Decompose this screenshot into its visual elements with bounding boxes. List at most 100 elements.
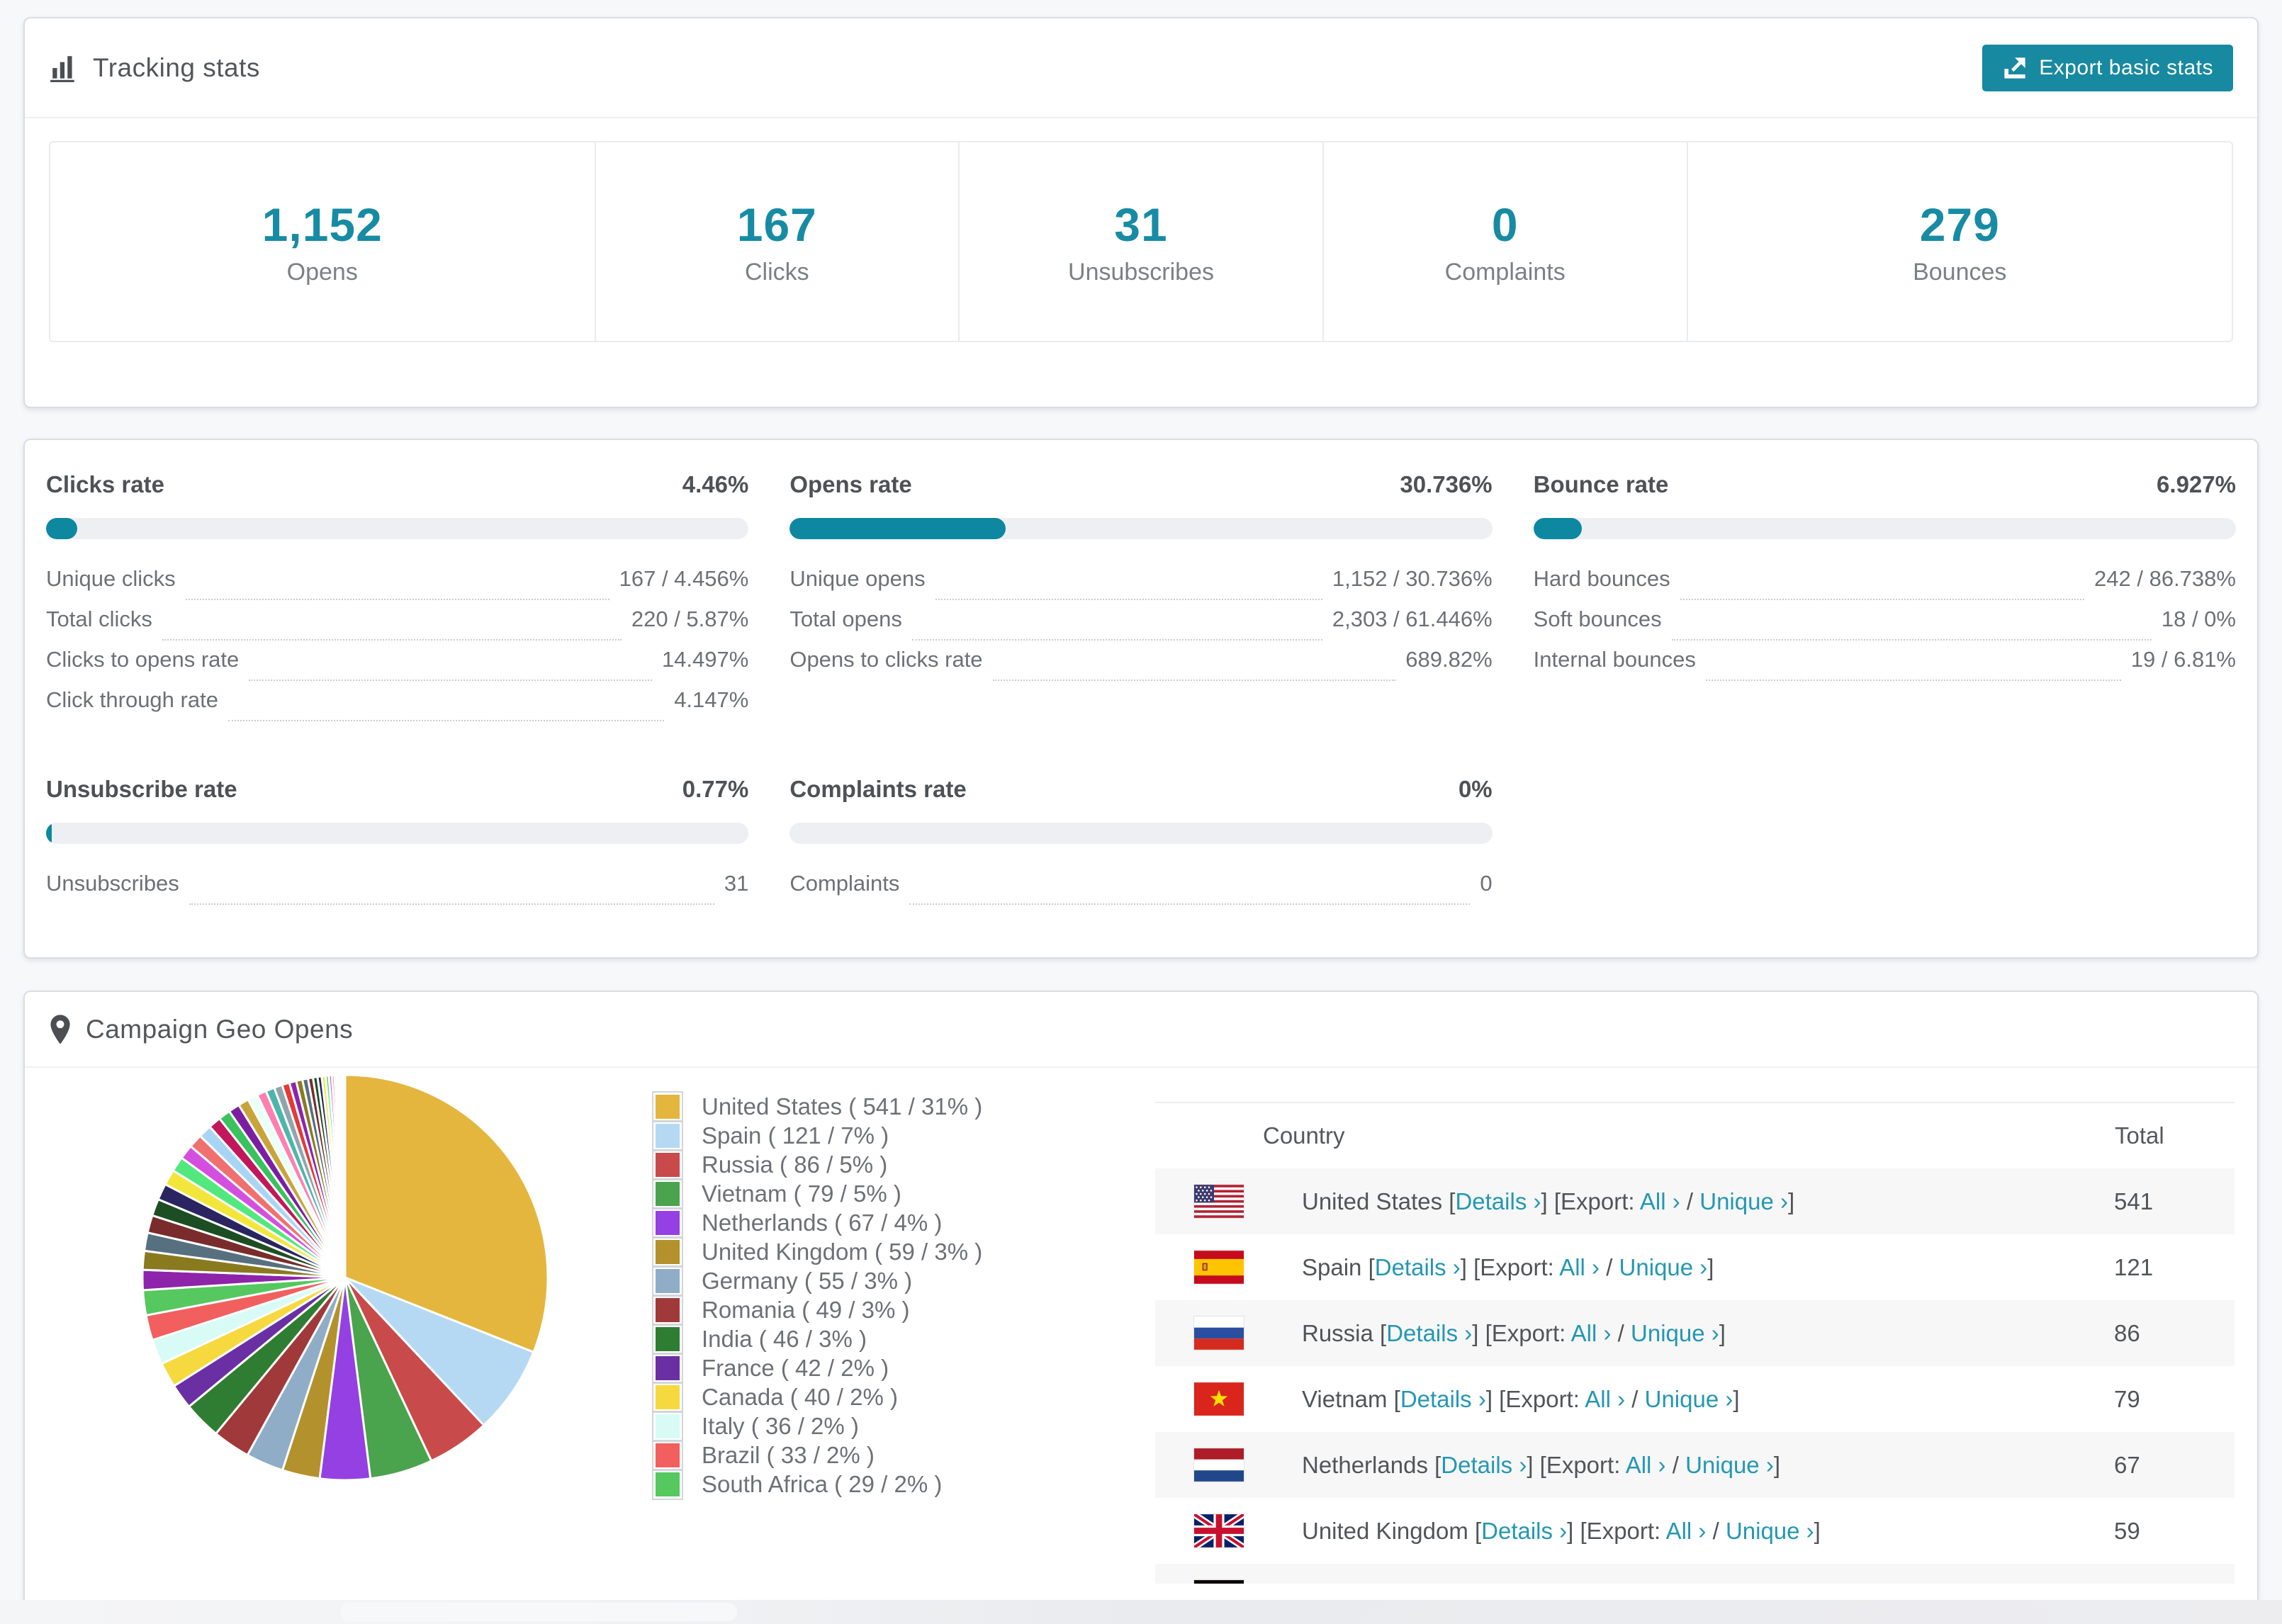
rate-detail-row: Opens to clicks rate 689.82% — [789, 647, 1493, 687]
flag-gb-icon — [1155, 1498, 1302, 1564]
geo-table-row-germany: Germany [Details ›] [Export: All › / Uni… — [1155, 1564, 2235, 1584]
geo-title: Campaign Geo Opens — [86, 1014, 354, 1044]
legend-swatch-icon — [652, 1294, 683, 1326]
legend-label: United Kingdom ( 59 / 3% ) — [702, 1238, 983, 1265]
rate-percentage: 4.46% — [682, 471, 749, 497]
legend-item-india: India ( 46 / 3% ) — [652, 1323, 982, 1355]
rate-detail-rows: Complaints 0 — [789, 871, 1493, 911]
legend-item-spain: Spain ( 121 / 7% ) — [652, 1120, 982, 1151]
geo-table-header-row: Country Total — [1155, 1103, 2235, 1168]
rate-percentage: 0.77% — [682, 776, 749, 802]
stat-box-bounces: 279 Bounces — [1686, 142, 2232, 341]
rate-detail-row: Click through rate 4.147% — [46, 687, 748, 728]
legend-swatch-icon — [652, 1149, 683, 1180]
export-basic-stats-button[interactable]: Export basic stats — [1982, 44, 2233, 91]
stat-label: Unsubscribes — [1068, 258, 1214, 286]
country-cell-netherlands: Netherlands [Details ›] [Export: All › /… — [1302, 1451, 1780, 1478]
rate-title: Clicks rate — [46, 471, 164, 497]
rate-percentage: 30.736% — [1400, 471, 1493, 497]
rate-percentage: 6.927% — [2157, 471, 2236, 497]
legend-item-canada: Canada ( 40 / 2% ) — [652, 1381, 982, 1413]
detail-value: 1,152 / 30.736% — [1332, 566, 1493, 591]
export-all-link-netherlands[interactable]: All › — [1626, 1452, 1666, 1478]
detail-value: 167 / 4.456% — [619, 566, 749, 591]
stat-label: Bounces — [1913, 258, 2007, 286]
rate-section-bounce-rate: Bounce rate 6.927% Hard bounces 242 / 86.73… — [1533, 471, 2236, 728]
export-all-link-united-kingdom[interactable]: All › — [1666, 1518, 1707, 1544]
detail-label: Opens to clicks rate — [789, 647, 983, 672]
flag-us-icon — [1155, 1168, 1302, 1234]
geo-table-row-spain: Spain [Details ›] [Export: All › / Uniqu… — [1155, 1234, 2235, 1300]
country-cell-spain: Spain [Details ›] [Export: All › / Uniqu… — [1302, 1253, 1714, 1280]
detail-value: 0 — [1480, 871, 1493, 896]
stat-value: 0 — [1491, 198, 1519, 251]
legend-label: Romania ( 49 / 3% ) — [702, 1296, 910, 1323]
pie-chart-svg — [141, 1073, 549, 1482]
export-all-link-spain[interactable]: All › — [1559, 1254, 1600, 1280]
legend-label: Spain ( 121 / 7% ) — [702, 1122, 889, 1149]
legend-item-russia: Russia ( 86 / 5% ) — [652, 1149, 982, 1180]
legend-item-united-kingdom: United Kingdom ( 59 / 3% ) — [652, 1236, 983, 1268]
rate-section-clicks-rate: Clicks rate 4.46% Unique clicks 167 / 4.456… — [46, 471, 749, 728]
progress-bar-fill — [1533, 518, 1583, 539]
export-unique-link-netherlands[interactable]: Unique › — [1685, 1452, 1774, 1478]
detail-value: 18 / 0% — [2161, 607, 2236, 631]
export-all-link-united-states[interactable]: All › — [1640, 1188, 1680, 1214]
legend-item-germany: Germany ( 55 / 3% ) — [652, 1265, 982, 1297]
total-cell-united-states: 541 — [2114, 1188, 2154, 1214]
legend-swatch-icon — [652, 1236, 683, 1268]
details-link-united-kingdom[interactable]: Details › — [1481, 1518, 1567, 1544]
progress-bar-fill — [789, 518, 1006, 539]
rate-detail-row: Soft bounces 18 / 0% — [1534, 607, 2236, 647]
export-all-link-russia[interactable]: All › — [1571, 1320, 1612, 1346]
legend-swatch-icon — [652, 1120, 683, 1151]
export-unique-link-russia[interactable]: Unique › — [1631, 1320, 1719, 1346]
legend-label: Germany ( 55 / 3% ) — [702, 1267, 913, 1294]
stat-box-unsubscribes: 31 Unsubscribes — [958, 142, 1322, 341]
rate-header: Opens rate 30.736% — [789, 471, 1492, 498]
detail-value: 4.147% — [674, 687, 749, 712]
country-cell-germany: Germany [Details ›] [Export: All › / Uni… — [1302, 1564, 2114, 1584]
legend-swatch-icon — [652, 1439, 683, 1471]
progress-bar-fill — [46, 518, 78, 539]
export-all-link-vietnam[interactable]: All › — [1585, 1386, 1625, 1412]
export-unique-link-united-states[interactable]: Unique › — [1699, 1188, 1788, 1214]
rate-detail-row: Complaints 0 — [789, 871, 1493, 911]
legend-label: South Africa ( 29 / 2% ) — [702, 1470, 943, 1497]
dotted-leader — [1680, 599, 2085, 600]
progress-bar — [46, 823, 749, 844]
stat-value: 31 — [1114, 198, 1168, 251]
total-column-header: Total — [2115, 1122, 2164, 1149]
rate-title: Opens rate — [789, 471, 912, 497]
rate-title: Unsubscribe rate — [46, 776, 237, 802]
export-unique-link-united-kingdom[interactable]: Unique › — [1726, 1518, 1814, 1544]
rate-detail-row: Internal bounces 19 / 6.81% — [1534, 647, 2236, 687]
details-link-spain[interactable]: Details › — [1375, 1254, 1461, 1280]
progress-bar — [789, 823, 1493, 844]
stat-label: Clicks — [745, 258, 809, 286]
detail-label: Total opens — [789, 607, 902, 631]
details-link-vietnam[interactable]: Details › — [1400, 1386, 1486, 1412]
dotted-leader — [249, 680, 652, 681]
progress-bar — [46, 518, 749, 539]
legend-item-south-africa: South Africa ( 29 / 2% ) — [652, 1468, 982, 1500]
legend-swatch-icon — [652, 1265, 683, 1297]
country-cell-russia: Russia [Details ›] [Export: All › / Uniq… — [1302, 1319, 1726, 1346]
details-link-united-states[interactable]: Details › — [1455, 1188, 1541, 1214]
legend-label: France ( 42 / 2% ) — [702, 1354, 889, 1381]
rate-detail-row: Total clicks 220 / 5.87% — [46, 607, 748, 647]
horizontal-scrollbar[interactable] — [340, 1603, 737, 1621]
details-link-netherlands[interactable]: Details › — [1441, 1452, 1527, 1478]
legend-label: India ( 46 / 3% ) — [702, 1325, 867, 1352]
rate-section-opens-rate: Opens rate 30.736% Unique opens 1,152 / 30.… — [789, 471, 1493, 728]
details-link-russia[interactable]: Details › — [1386, 1320, 1472, 1346]
stat-label: Opens — [286, 258, 358, 286]
export-unique-link-spain[interactable]: Unique › — [1619, 1254, 1708, 1280]
legend-item-italy: Italy ( 36 / 2% ) — [652, 1410, 982, 1442]
rate-header: Clicks rate 4.46% — [46, 471, 748, 498]
legend-swatch-icon — [652, 1178, 683, 1209]
legend-swatch-icon — [652, 1207, 683, 1239]
export-unique-link-vietnam[interactable]: Unique › — [1645, 1386, 1733, 1412]
tracking-stats-title: Tracking stats — [93, 52, 260, 82]
country-cell-united-kingdom: United Kingdom [Details ›] [Export: All … — [1302, 1517, 1821, 1544]
